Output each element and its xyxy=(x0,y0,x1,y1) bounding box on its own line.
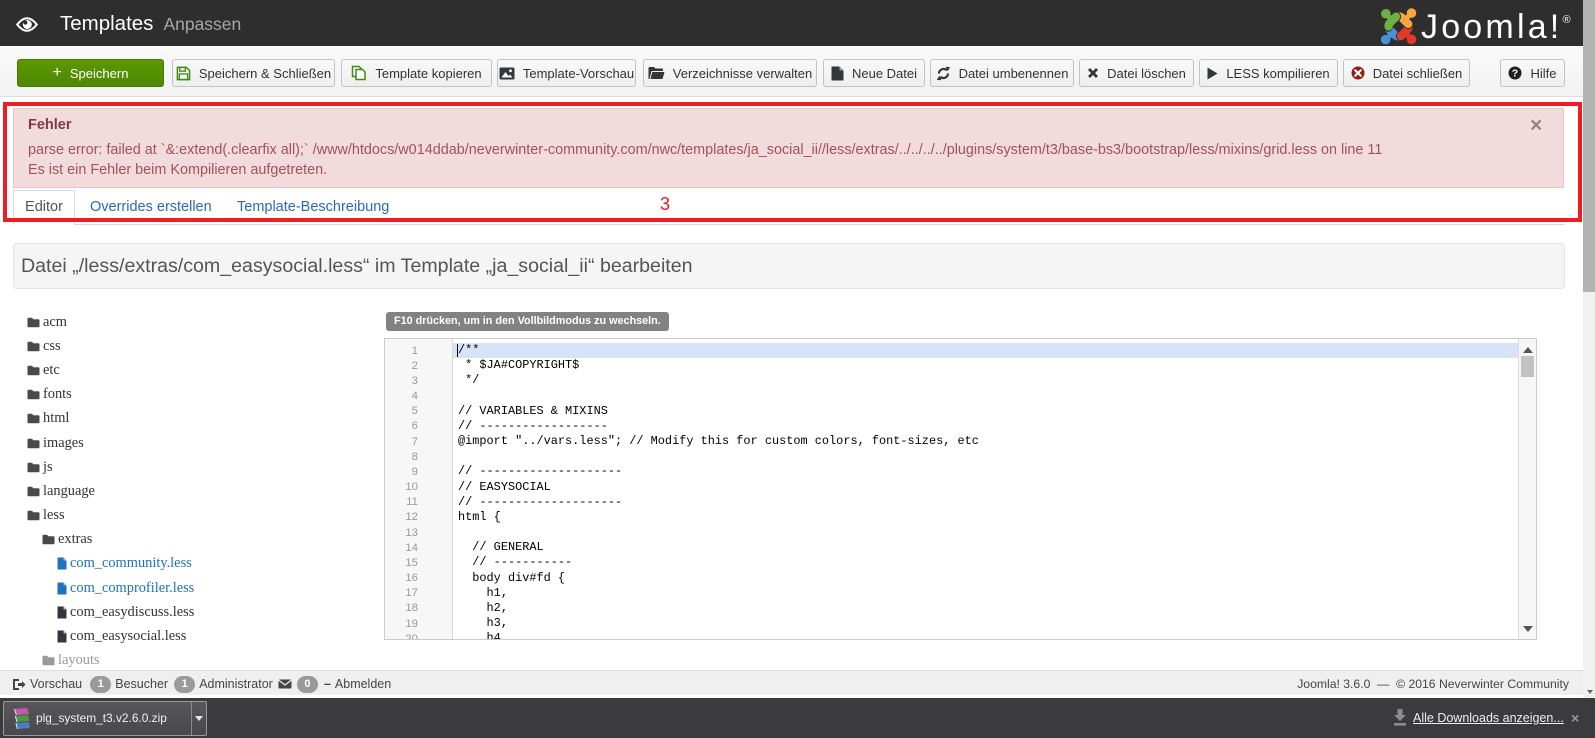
svg-text:?: ? xyxy=(1512,68,1518,80)
